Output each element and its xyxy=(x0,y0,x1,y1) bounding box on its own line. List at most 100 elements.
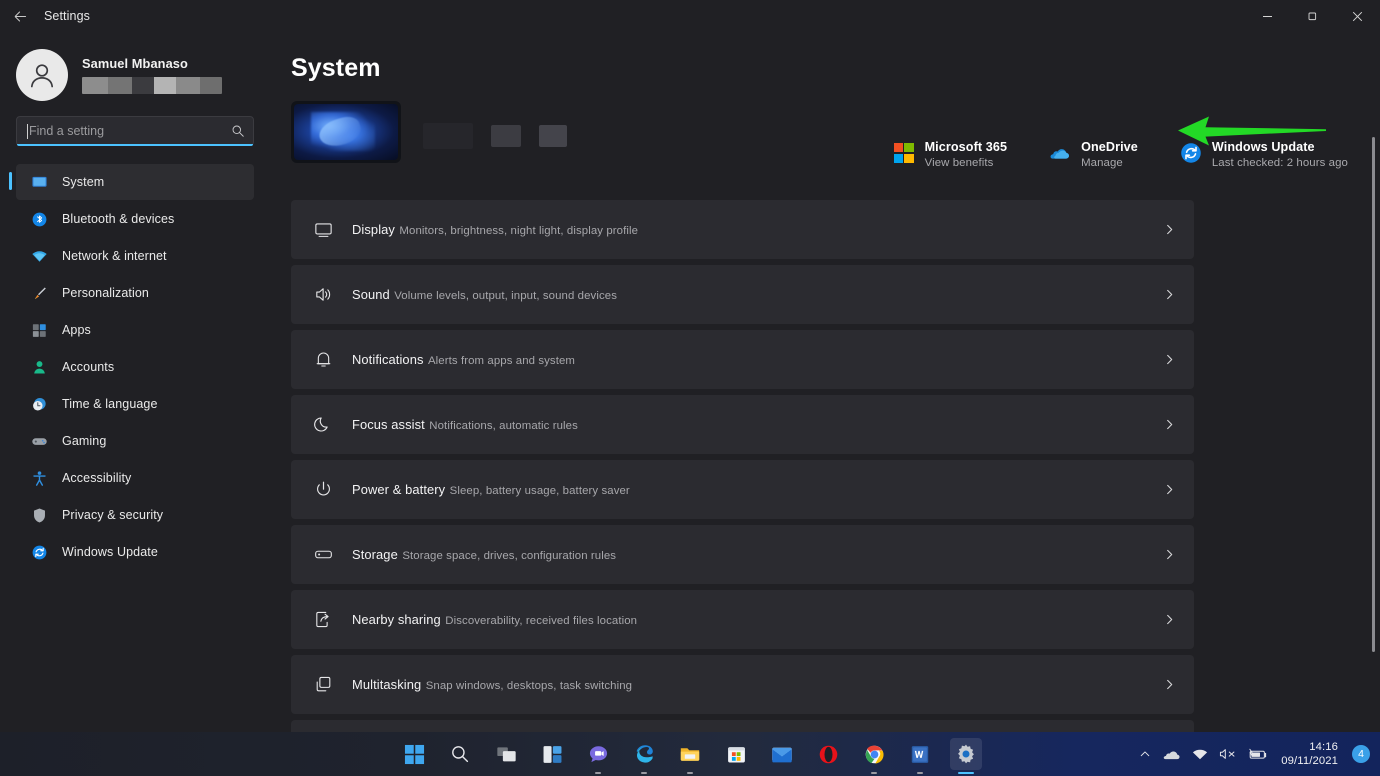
minimize-button[interactable] xyxy=(1245,0,1290,32)
sidebar-item-label: Time & language xyxy=(62,397,158,411)
user-profile[interactable]: Samuel Mbanaso xyxy=(0,32,270,100)
quick-link-onedrive[interactable]: OneDrive Manage xyxy=(1049,140,1138,169)
bluetooth-icon xyxy=(30,210,48,228)
quick-link-microsoft-365[interactable]: Microsoft 365 View benefits xyxy=(893,140,1007,169)
sidebar-item-label: Apps xyxy=(62,323,91,337)
device-info-redacted xyxy=(423,101,567,171)
settings-row-subtitle: Volume levels, output, input, sound devi… xyxy=(394,290,617,302)
settings-list: Display Monitors, brightness, night ligh… xyxy=(291,200,1194,760)
settings-row-title: Storage xyxy=(352,547,398,562)
sidebar-item-gaming[interactable]: Gaming xyxy=(16,423,254,459)
brush-icon xyxy=(30,284,48,302)
sidebar-item-network-internet[interactable]: Network & internet xyxy=(16,238,254,274)
chevron-right-icon xyxy=(1163,418,1176,431)
microsoft-logo-icon xyxy=(893,142,915,164)
settings-row-text: Power & battery Sleep, battery usage, ba… xyxy=(352,481,1163,499)
settings-row-subtitle: Discoverability, received files location xyxy=(445,615,637,627)
sidebar-item-personalization[interactable]: Personalization xyxy=(16,275,254,311)
share-icon xyxy=(310,609,336,630)
sidebar-item-bluetooth-devices[interactable]: Bluetooth & devices xyxy=(16,201,254,237)
volume-muted-icon[interactable] xyxy=(1219,747,1237,761)
person-icon xyxy=(30,358,48,376)
device-thumbnail[interactable] xyxy=(291,101,401,163)
settings-row-text: Nearby sharing Discoverability, received… xyxy=(352,611,1163,629)
sidebar-item-windows-update[interactable]: Windows Update xyxy=(16,534,254,570)
settings-row-title: Power & battery xyxy=(352,482,445,497)
notification-badge[interactable]: 4 xyxy=(1352,745,1370,763)
settings-row-sound[interactable]: Sound Volume levels, output, input, soun… xyxy=(291,265,1194,324)
wifi-icon xyxy=(30,247,48,265)
chrome-icon[interactable] xyxy=(858,738,890,770)
chevron-right-icon xyxy=(1163,483,1176,496)
wifi-icon[interactable] xyxy=(1192,748,1208,761)
settings-row-subtitle: Notifications, automatic rules xyxy=(429,420,578,432)
mail-icon[interactable] xyxy=(766,738,798,770)
taskbar: 14:16 09/11/2021 4 xyxy=(0,732,1380,776)
start-icon[interactable] xyxy=(398,738,430,770)
sidebar-item-accounts[interactable]: Accounts xyxy=(16,349,254,385)
word-icon[interactable] xyxy=(904,738,936,770)
opera-icon[interactable] xyxy=(812,738,844,770)
chevron-right-icon xyxy=(1163,548,1176,561)
settings-window: Settings Samuel Mbanaso xyxy=(0,0,1380,776)
settings-row-title: Multitasking xyxy=(352,677,421,692)
close-button[interactable] xyxy=(1335,0,1380,32)
microsoft-store-icon[interactable] xyxy=(720,738,752,770)
maximize-button[interactable] xyxy=(1290,0,1335,32)
settings-row-subtitle: Monitors, brightness, night light, displ… xyxy=(399,225,638,237)
quick-link-text: OneDrive Manage xyxy=(1081,140,1138,169)
settings-row-storage[interactable]: Storage Storage space, drives, configura… xyxy=(291,525,1194,584)
taskbar-icons xyxy=(398,738,982,770)
scrollbar-thumb[interactable] xyxy=(1372,137,1375,652)
onedrive-cloud-icon xyxy=(1049,142,1071,164)
settings-row-notifications[interactable]: Notifications Alerts from apps and syste… xyxy=(291,330,1194,389)
sidebar-item-time-language[interactable]: Time & language xyxy=(16,386,254,422)
scrollbar[interactable] xyxy=(1372,107,1375,752)
sidebar-item-system[interactable]: System xyxy=(16,164,254,200)
back-button[interactable] xyxy=(0,0,40,32)
annotation-arrow xyxy=(1176,112,1328,146)
clock[interactable]: 14:16 09/11/2021 xyxy=(1281,740,1338,768)
onedrive-icon[interactable] xyxy=(1162,748,1181,761)
sidebar-item-privacy-security[interactable]: Privacy & security xyxy=(16,497,254,533)
chat-icon[interactable] xyxy=(582,738,614,770)
settings-icon[interactable] xyxy=(950,738,982,770)
edge-icon[interactable] xyxy=(628,738,660,770)
battery-charging-icon[interactable] xyxy=(1248,748,1268,761)
sidebar-item-accessibility[interactable]: Accessibility xyxy=(16,460,254,496)
settings-row-text: Notifications Alerts from apps and syste… xyxy=(352,351,1163,369)
settings-row-title: Display xyxy=(352,222,395,237)
settings-row-power-battery[interactable]: Power & battery Sleep, battery usage, ba… xyxy=(291,460,1194,519)
settings-row-multitasking[interactable]: Multitasking Snap windows, desktops, tas… xyxy=(291,655,1194,714)
power-icon xyxy=(310,479,336,500)
file-explorer-icon[interactable] xyxy=(674,738,706,770)
task-view-icon[interactable] xyxy=(490,738,522,770)
quick-link-subtitle: Manage xyxy=(1081,157,1138,169)
update-icon xyxy=(30,543,48,561)
sidebar-item-apps[interactable]: Apps xyxy=(16,312,254,348)
settings-row-nearby-sharing[interactable]: Nearby sharing Discoverability, received… xyxy=(291,590,1194,649)
redacted-block xyxy=(423,123,473,149)
widgets-icon[interactable] xyxy=(536,738,568,770)
page-title: System xyxy=(270,32,1380,83)
search-icon[interactable] xyxy=(444,738,476,770)
settings-row-focus-assist[interactable]: Focus assist Notifications, automatic ru… xyxy=(291,395,1194,454)
search-input[interactable]: Find a setting xyxy=(16,116,254,146)
search-icon xyxy=(231,124,245,138)
settings-row-title: Notifications xyxy=(352,352,424,367)
sidebar-item-label: System xyxy=(62,175,104,189)
quick-link-title: OneDrive xyxy=(1081,140,1138,154)
running-indicator xyxy=(917,772,923,774)
show-hidden-icons[interactable] xyxy=(1139,748,1151,760)
window-controls xyxy=(1245,0,1380,32)
chevron-right-icon xyxy=(1163,678,1176,691)
settings-row-text: Display Monitors, brightness, night ligh… xyxy=(352,221,1163,239)
sidebar-item-label: Bluetooth & devices xyxy=(62,212,174,226)
settings-row-display[interactable]: Display Monitors, brightness, night ligh… xyxy=(291,200,1194,259)
settings-row-text: Sound Volume levels, output, input, soun… xyxy=(352,286,1163,304)
settings-row-text: Multitasking Snap windows, desktops, tas… xyxy=(352,676,1163,694)
sidebar-item-label: Network & internet xyxy=(62,249,167,263)
shield-icon xyxy=(30,506,48,524)
quick-link-subtitle: Last checked: 2 hours ago xyxy=(1212,157,1348,169)
settings-row-title: Focus assist xyxy=(352,417,425,432)
